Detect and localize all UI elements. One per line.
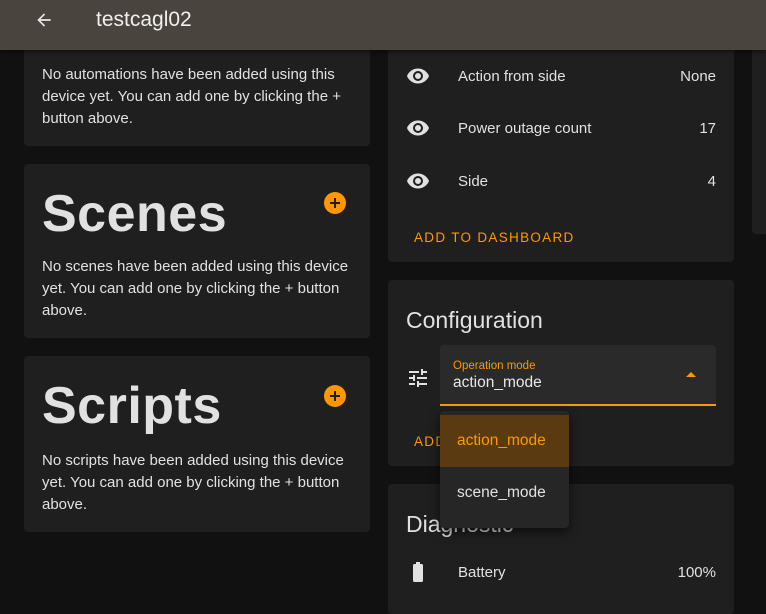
tune-icon [406,366,430,390]
eye-icon [406,64,430,88]
scripts-title: Scripts [42,377,222,435]
plus-circle-icon [330,198,340,208]
scenes-title: Scenes [42,185,228,243]
caret-up-icon [686,372,696,377]
eye-icon [406,169,430,193]
menu-item-action-mode[interactable]: action_mode [440,415,569,467]
automations-empty-text: No automations have been added using thi… [42,66,341,127]
select-value: action_mode [453,374,542,391]
page-title: testcagl02 [96,8,192,31]
scripts-empty-text: No scripts have been added using this de… [42,452,344,513]
eye-icon [406,116,430,140]
entity-row[interactable]: Battery 100% [406,560,716,584]
entity-label: Side [458,172,489,190]
add-script-button[interactable] [324,385,346,407]
entity-label: Action from side [458,67,566,85]
select-label: Operation mode [453,360,536,372]
add-scene-button[interactable] [324,192,346,214]
scenes-card: Scenes No scenes have been added using t… [24,164,370,338]
entity-label: Power outage count [458,119,592,137]
battery-icon [406,560,430,584]
entity-value: 4 [707,172,716,190]
automations-card: No automations have been added using thi… [24,40,370,146]
configuration-title: Configuration [406,307,543,333]
entity-value: 17 [699,119,716,137]
entity-value: None [680,67,716,85]
top-app-bar: testcagl02 [0,0,766,50]
menu-item-scene-mode[interactable]: scene_mode [440,467,569,519]
scripts-card: Scripts No scripts have been added using… [24,356,370,532]
entity-label: Battery [458,563,506,581]
plus-circle-icon [330,391,340,401]
entity-row[interactable]: Side 4 [406,169,716,193]
add-to-dashboard-button[interactable]: ADD TO DASHBOARD [414,230,575,245]
back-button[interactable] [26,4,62,36]
arrow-left-icon [37,13,51,27]
scrollbar[interactable] [752,50,766,234]
scenes-empty-text: No scenes have been added using this dev… [42,258,349,319]
sensors-card: Action from side None Power outage count… [388,40,734,262]
operation-mode-select[interactable]: Operation mode action_mode [440,345,716,406]
entity-row[interactable]: Action from side None [406,64,716,88]
entity-row[interactable]: Power outage count 17 [406,116,716,140]
entity-value: 100% [677,563,716,581]
operation-mode-menu: action_mode scene_mode [440,411,569,528]
